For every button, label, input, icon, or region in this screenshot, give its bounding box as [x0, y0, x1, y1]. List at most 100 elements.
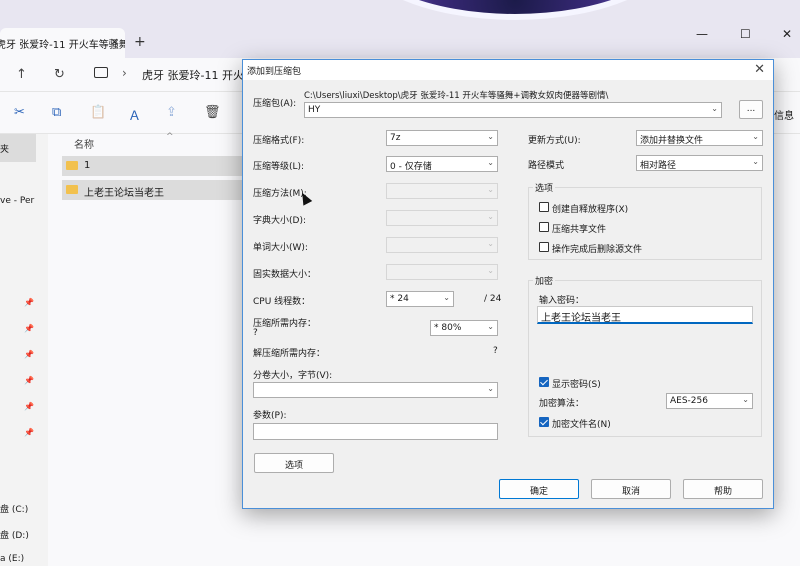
minimize-icon[interactable]: —	[696, 27, 708, 41]
archive-path: C:\Users\liuxi\Desktop\虎牙 张爱玲-11 开火车等骚舞+…	[304, 91, 609, 101]
cancel-button[interactable]: 取消	[591, 479, 671, 499]
up-arrow-icon[interactable]: ↑	[16, 67, 27, 82]
format-label: 压缩格式(F):	[253, 136, 305, 146]
dict-select: ⌄	[386, 210, 498, 226]
pathmode-label: 路径模式	[528, 161, 565, 171]
split-label: 分卷大小，字节(V):	[253, 371, 333, 381]
paste-icon[interactable]: 📋	[90, 105, 106, 120]
encrypt-names-checkbox[interactable]	[539, 417, 549, 427]
breadcrumb-chevron-icon[interactable]: ›	[122, 66, 127, 80]
list-item[interactable]: 1	[62, 156, 262, 176]
dialog-title-bar: 添加到压缩包 ✕	[243, 60, 773, 80]
list-item[interactable]: 上老王论坛当老王	[62, 180, 262, 200]
enc-method-select[interactable]: AES-256 ⌄	[666, 393, 753, 409]
enc-method-label: 加密算法：	[539, 399, 585, 409]
mem-decomp-value: ?	[493, 346, 498, 356]
dict-label: 字典大小(D):	[253, 216, 306, 226]
mouse-cursor-icon	[297, 190, 313, 206]
chevron-down-icon: ⌄	[487, 185, 494, 194]
params-label: 参数(P):	[253, 411, 287, 421]
delete-checkbox[interactable]	[539, 242, 549, 252]
mem-percent-value: * 80%	[434, 323, 462, 333]
password-input[interactable]: 上老王论坛当老王	[537, 306, 753, 324]
pathmode-select[interactable]: 相对路径 ⌄	[636, 155, 763, 171]
close-icon[interactable]: ✕	[754, 62, 765, 77]
password-label: 输入密码：	[539, 296, 585, 306]
add-to-archive-dialog: 添加到压缩包 ✕ 压缩包(A): C:\Users\liuxi\Desktop\…	[242, 59, 774, 509]
pathmode-value: 相对路径	[640, 161, 677, 171]
chevron-down-icon: ⌄	[752, 157, 759, 166]
options-button[interactable]: 选项	[254, 453, 334, 473]
file-name: 1	[84, 160, 91, 171]
copy-icon[interactable]: ⧉	[52, 105, 61, 120]
details-button[interactable]: 信息	[774, 107, 794, 122]
chevron-down-icon: ⌄	[742, 395, 749, 404]
level-label: 压缩等级(L):	[253, 162, 305, 172]
sfx-checkbox[interactable]	[539, 202, 549, 212]
pin-icon: 📌	[24, 428, 34, 437]
split-combo[interactable]: ⌄	[253, 382, 498, 398]
show-password-checkbox[interactable]	[539, 377, 549, 387]
navigation-pane: 夹 ve - Per 📌 📌 📌 📌 📌 📌 盘 (C:) 盘 (D:) a (…	[0, 134, 48, 566]
sfx-label: 创建自释放程序(X)	[552, 205, 629, 215]
sidebar-item-drive-c[interactable]: 盘 (C:)	[0, 502, 28, 515]
cpu-total: / 24	[484, 294, 502, 304]
word-label: 单词大小(W):	[253, 243, 308, 253]
chevron-down-icon: ⌄	[487, 158, 494, 167]
mem-decomp-label: 解压缩所需内存：	[253, 349, 326, 359]
encryption-group-title: 加密	[533, 274, 556, 287]
chevron-down-icon: ⌄	[711, 104, 718, 113]
folder-icon	[66, 185, 78, 194]
mem-percent-select[interactable]: * 80% ⌄	[430, 320, 498, 336]
pin-icon: 📌	[24, 350, 34, 359]
cut-icon[interactable]: ✂	[14, 105, 25, 120]
update-value: 添加并替换文件	[640, 136, 704, 146]
tab-title: 虎牙 张爱玲-11 开火车等骚舞+i	[0, 40, 125, 51]
level-value: 0 - 仅存储	[390, 162, 432, 172]
cpu-select[interactable]: * 24 ⌄	[386, 291, 454, 307]
encrypt-names-label: 加密文件名(N)	[552, 420, 611, 430]
format-value: 7z	[390, 133, 401, 143]
archive-label: 压缩包(A):	[253, 99, 297, 109]
chevron-down-icon: ⌄	[487, 212, 494, 221]
params-input[interactable]	[253, 423, 498, 440]
share-icon[interactable]: ⇪	[166, 105, 177, 120]
solid-select: ⌄	[386, 264, 498, 280]
ok-button[interactable]: 确定	[499, 479, 579, 499]
sidebar-item-folder[interactable]: 夹	[0, 142, 9, 155]
sidebar-item-onedrive[interactable]: ve - Per	[0, 196, 34, 206]
close-window-icon[interactable]: ✕	[782, 27, 792, 41]
folder-icon	[66, 161, 78, 170]
enc-method-value: AES-256	[670, 396, 708, 406]
refresh-icon[interactable]: ↻	[54, 67, 65, 82]
update-select[interactable]: 添加并替换文件 ⌄	[636, 130, 763, 146]
close-tab-icon[interactable]: ×	[110, 35, 119, 48]
chevron-down-icon: ⌄	[487, 266, 494, 275]
explorer-tab-bar: 虎牙 张爱玲-11 开火车等骚舞+i × + — ☐ ✕	[0, 0, 800, 58]
breadcrumb-path[interactable]: 虎牙 张爱玲-11 开火	[142, 67, 244, 83]
browse-button[interactable]: ...	[739, 100, 763, 119]
rename-icon[interactable]: Ａ	[128, 105, 141, 124]
explorer-tab[interactable]: 虎牙 张爱玲-11 开火车等骚舞+i ×	[0, 28, 125, 58]
window-controls: — ☐ ✕	[690, 24, 800, 46]
sidebar-item-drive-e[interactable]: a (E:)	[0, 554, 24, 564]
archive-name-combo[interactable]: HY ⌄	[304, 102, 722, 118]
shared-label: 压缩共享文件	[552, 225, 607, 235]
pin-icon: 📌	[24, 376, 34, 385]
word-select: ⌄	[386, 237, 498, 253]
archive-name-value: HY	[308, 105, 321, 115]
format-select[interactable]: 7z ⌄	[386, 130, 498, 146]
cpu-value: * 24	[390, 294, 409, 304]
dialog-title: 添加到压缩包	[247, 67, 302, 77]
level-select[interactable]: 0 - 仅存储 ⌄	[386, 156, 498, 172]
column-header-name[interactable]: 名称	[74, 136, 94, 151]
help-button[interactable]: 帮助	[683, 479, 763, 499]
new-tab-icon[interactable]: +	[134, 34, 146, 50]
shared-checkbox[interactable]	[539, 222, 549, 232]
chevron-down-icon: ⌄	[443, 293, 450, 302]
delete-label: 操作完成后删除源文件	[552, 245, 643, 255]
chevron-down-icon: ⌄	[487, 239, 494, 248]
delete-icon[interactable]: 🗑	[204, 105, 221, 120]
maximize-icon[interactable]: ☐	[740, 27, 751, 41]
sidebar-item-drive-d[interactable]: 盘 (D:)	[0, 528, 29, 541]
